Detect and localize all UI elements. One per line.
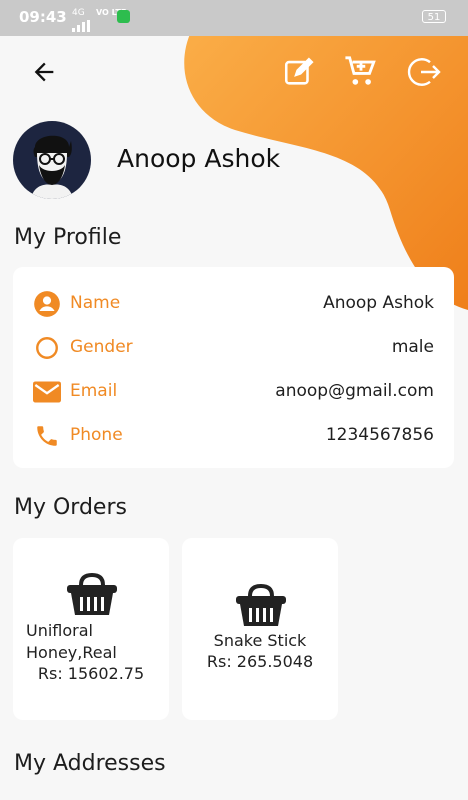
profile-label: Email <box>70 381 118 401</box>
profile-row-phone: Phone 1234567856 <box>13 413 454 457</box>
signal-bars-icon <box>72 20 90 32</box>
app-bar <box>0 36 468 106</box>
profile-row-email: Email anoop@gmail.com <box>13 369 454 413</box>
profile-value: Anoop Ashok <box>323 293 434 313</box>
order-card[interactable]: Snake Stick Rs: 265.5048 <box>182 538 338 720</box>
add-to-cart-button[interactable] <box>343 54 379 90</box>
profile-label: Gender <box>70 337 133 357</box>
profile-row-name: Name Anoop Ashok <box>13 281 454 325</box>
back-button[interactable] <box>26 54 62 90</box>
section-title-orders: My Orders <box>14 495 127 520</box>
profile-value: anoop@gmail.com <box>275 381 434 401</box>
profile-value: 1234567856 <box>325 425 434 445</box>
section-title-profile: My Profile <box>14 225 122 250</box>
order-price: Rs: 265.5048 <box>206 652 314 671</box>
basket-icon <box>67 572 117 615</box>
man-avatar-icon <box>31 135 73 199</box>
battery-indicator: 51 <box>422 10 446 23</box>
profile-label: Phone <box>70 425 123 445</box>
logout-icon <box>407 58 441 86</box>
phone-icon <box>33 422 61 450</box>
network-type: 4G <box>72 8 85 18</box>
order-price: Rs: 15602.75 <box>37 664 145 683</box>
logout-button[interactable] <box>406 54 442 90</box>
arrow-left-icon <box>34 62 54 82</box>
profile-card: Name Anoop Ashok Gender male Email anoop… <box>13 267 454 468</box>
order-name: Snake Stick <box>213 631 307 650</box>
edit-profile-button[interactable] <box>281 54 317 90</box>
profile-value: male <box>391 337 434 357</box>
status-time: 09:43 <box>19 8 67 26</box>
email-icon <box>33 378 61 406</box>
account-circle-icon <box>33 290 61 318</box>
profile-row-gender: Gender male <box>13 325 454 369</box>
user-name: Anoop Ashok <box>117 144 281 173</box>
avatar <box>13 121 91 199</box>
profile-label: Name <box>70 293 121 313</box>
whatsapp-notification-icon <box>117 10 130 23</box>
circle-outline-icon <box>33 334 61 362</box>
status-bar: 09:43 4G VO LTE 51 <box>0 0 468 36</box>
section-title-addresses: My Addresses <box>14 751 166 776</box>
add-to-cart-icon <box>345 56 376 85</box>
edit-note-icon <box>284 57 314 85</box>
order-name: Unifloral Honey,Real <box>26 621 117 662</box>
basket-icon <box>236 583 286 626</box>
order-card[interactable]: Unifloral Honey,Real Rs: 15602.75 <box>13 538 169 720</box>
